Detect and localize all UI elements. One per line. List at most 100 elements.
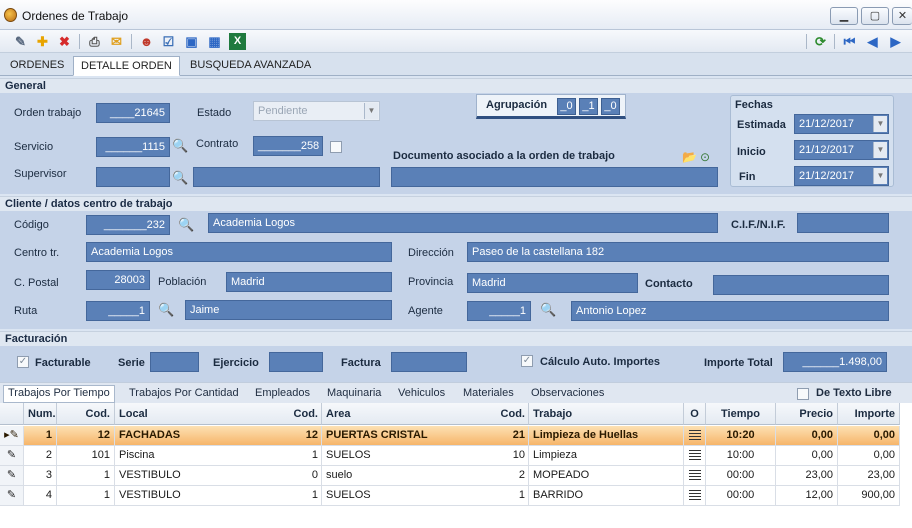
ruta-field[interactable]: _____1 xyxy=(86,301,150,321)
table-row[interactable]: ▸✎ 1 12 FACHADAS 12 PUERTAS CRISTAL 21 Limpieza… xyxy=(0,426,900,446)
table-row[interactable]: ✎ 4 1 VESTIBULO 1 SUELOS 1 BARRIDO 00:00 12,00 900… xyxy=(0,486,900,506)
factura-field[interactable] xyxy=(391,352,467,372)
cell-precio[interactable]: 12,00 xyxy=(776,486,838,506)
cell-importe[interactable]: 0,00 xyxy=(838,426,900,446)
chevron-down-icon[interactable]: ▼ xyxy=(873,168,887,184)
cell-tiempo[interactable]: 00:00 xyxy=(706,466,776,486)
table-row[interactable]: ✎ 3 1 VESTIBULO 0 suelo 2 MOPEADO 00:00 23,00 23,0… xyxy=(0,466,900,486)
subtab-vehiculos[interactable]: Vehiculos xyxy=(398,387,445,399)
cell-o[interactable] xyxy=(684,446,706,466)
chevron-down-icon[interactable]: ▼ xyxy=(873,142,887,158)
subtab-materiales[interactable]: Materiales xyxy=(463,387,514,399)
minimize-button[interactable]: ▁ xyxy=(830,7,858,25)
grid-header-num[interactable]: Num. xyxy=(24,403,57,425)
cell-tiempo[interactable]: 10:00 xyxy=(706,446,776,466)
cell-num[interactable]: 3 xyxy=(24,466,57,486)
grid-header-cod-trabajo[interactable]: Cod. xyxy=(429,403,529,425)
cell-cod-local[interactable]: 1 xyxy=(57,466,115,486)
chevron-down-icon[interactable]: ▼ xyxy=(364,103,378,119)
subtab-observaciones[interactable]: Observaciones xyxy=(531,387,604,399)
cell-precio[interactable]: 0,00 xyxy=(776,426,838,446)
cell-o[interactable] xyxy=(684,486,706,506)
codigo-field[interactable]: _______232 xyxy=(86,215,170,235)
estimada-date[interactable]: 21/12/2017 ▼ xyxy=(794,114,889,134)
servicio-field[interactable]: ______1115 xyxy=(96,137,170,157)
cell-num[interactable]: 1 xyxy=(24,426,57,446)
poblacion-field[interactable]: Madrid xyxy=(226,272,392,292)
grid-header-trabajo[interactable]: Trabajo xyxy=(529,403,684,425)
subtab-maquinaria[interactable]: Maquinaria xyxy=(327,387,381,399)
estado-select[interactable]: Pendiente ▼ xyxy=(253,101,380,121)
cell-importe[interactable]: 900,00 xyxy=(838,486,900,506)
agrupacion-field-1[interactable]: _0 xyxy=(557,98,576,115)
contrato-checkbox[interactable] xyxy=(330,141,342,153)
cell-cod-trabajo[interactable]: 1 xyxy=(429,486,529,506)
checklist-icon[interactable]: ☑ xyxy=(160,33,177,50)
agrupacion-field-2[interactable]: _1 xyxy=(579,98,598,115)
grid-header-precio[interactable]: Precio xyxy=(776,403,838,425)
cell-cod-local[interactable]: 1 xyxy=(57,486,115,506)
next-icon[interactable]: ▶ xyxy=(887,33,904,50)
grid-header-importe[interactable]: Importe xyxy=(838,403,900,425)
cif-field[interactable] xyxy=(797,213,889,233)
provincia-field[interactable]: Madrid xyxy=(467,273,638,293)
grid-header-cod-area[interactable]: Cod. xyxy=(222,403,322,425)
close-button[interactable]: ✕ xyxy=(892,7,912,25)
cell-precio[interactable]: 23,00 xyxy=(776,466,838,486)
refresh-icon[interactable]: ⟳ xyxy=(812,33,829,50)
cell-o[interactable] xyxy=(684,426,706,446)
cpostal-field[interactable]: 28003 xyxy=(86,270,150,290)
search-icon[interactable]: 🔍 xyxy=(172,170,188,186)
cell-num[interactable]: 4 xyxy=(24,486,57,506)
cell-cod-area[interactable]: 1 xyxy=(222,446,322,466)
row-edit-icon[interactable]: ✎ xyxy=(0,486,24,506)
cell-num[interactable]: 2 xyxy=(24,446,57,466)
fin-date[interactable]: 21/12/2017 ▼ xyxy=(794,166,889,186)
inicio-date[interactable]: 21/12/2017 ▼ xyxy=(794,140,889,160)
cell-cod-trabajo[interactable]: 10 xyxy=(429,446,529,466)
notes-icon[interactable] xyxy=(688,470,701,482)
contrato-field[interactable]: _______258 xyxy=(253,136,323,156)
importe-total-field[interactable]: ______1.498,00 xyxy=(783,352,887,372)
view-document-icon[interactable]: ⊙ xyxy=(700,150,710,164)
maximize-button[interactable]: ▢ xyxy=(861,7,889,25)
notes-icon[interactable] xyxy=(688,430,701,442)
subtab-empleados[interactable]: Empleados xyxy=(255,387,310,399)
row-edit-icon[interactable]: ✎ xyxy=(0,466,24,486)
cell-precio[interactable]: 0,00 xyxy=(776,446,838,466)
cell-cod-trabajo[interactable]: 2 xyxy=(429,466,529,486)
search-icon[interactable]: 🔍 xyxy=(172,138,188,154)
agente-field[interactable]: _____1 xyxy=(467,301,531,321)
search-icon[interactable]: 🔍 xyxy=(158,302,174,318)
agrupacion-field-3[interactable]: _0 xyxy=(601,98,620,115)
calculo-checkbox[interactable]: ✓ xyxy=(521,355,533,367)
first-icon[interactable]: ⏮ xyxy=(841,33,858,50)
delete-icon[interactable]: ✖ xyxy=(56,33,73,50)
users-icon[interactable]: ☻ xyxy=(138,33,155,50)
row-edit-icon[interactable]: ✎ xyxy=(0,446,24,466)
print-icon[interactable]: ⎙ xyxy=(86,33,103,50)
cell-importe[interactable]: 0,00 xyxy=(838,446,900,466)
cell-tiempo[interactable]: 10:20 xyxy=(706,426,776,446)
documento-field[interactable] xyxy=(391,167,718,187)
cell-cod-area[interactable]: 1 xyxy=(222,486,322,506)
grid-header-cod-local[interactable]: Cod. xyxy=(57,403,115,425)
cell-trabajo[interactable]: Limpieza de Huellas xyxy=(529,426,684,446)
ejercicio-field[interactable] xyxy=(269,352,323,372)
cell-trabajo[interactable]: MOPEADO xyxy=(529,466,684,486)
supervisor-code-field[interactable] xyxy=(96,167,170,187)
cell-importe[interactable]: 23,00 xyxy=(838,466,900,486)
cell-cod-area[interactable]: 0 xyxy=(222,466,322,486)
contacto-field[interactable] xyxy=(713,275,889,295)
cell-trabajo[interactable]: BARRIDO xyxy=(529,486,684,506)
tab-busqueda-avanzada[interactable]: BUSQUEDA AVANZADA xyxy=(183,56,318,76)
cliente-nombre-field[interactable]: Academia Logos xyxy=(208,213,718,233)
row-edit-icon[interactable]: ▸✎ xyxy=(0,426,24,446)
excel-icon[interactable]: X xyxy=(229,33,246,50)
direccion-field[interactable]: Paseo de la castellana 182 xyxy=(467,242,889,262)
cell-cod-trabajo[interactable]: 21 xyxy=(429,426,529,446)
cell-cod-area[interactable]: 12 xyxy=(222,426,322,446)
cell-o[interactable] xyxy=(684,466,706,486)
calendar-icon[interactable]: ▦ xyxy=(206,33,223,50)
orden-field[interactable]: ____21645 xyxy=(96,103,170,123)
